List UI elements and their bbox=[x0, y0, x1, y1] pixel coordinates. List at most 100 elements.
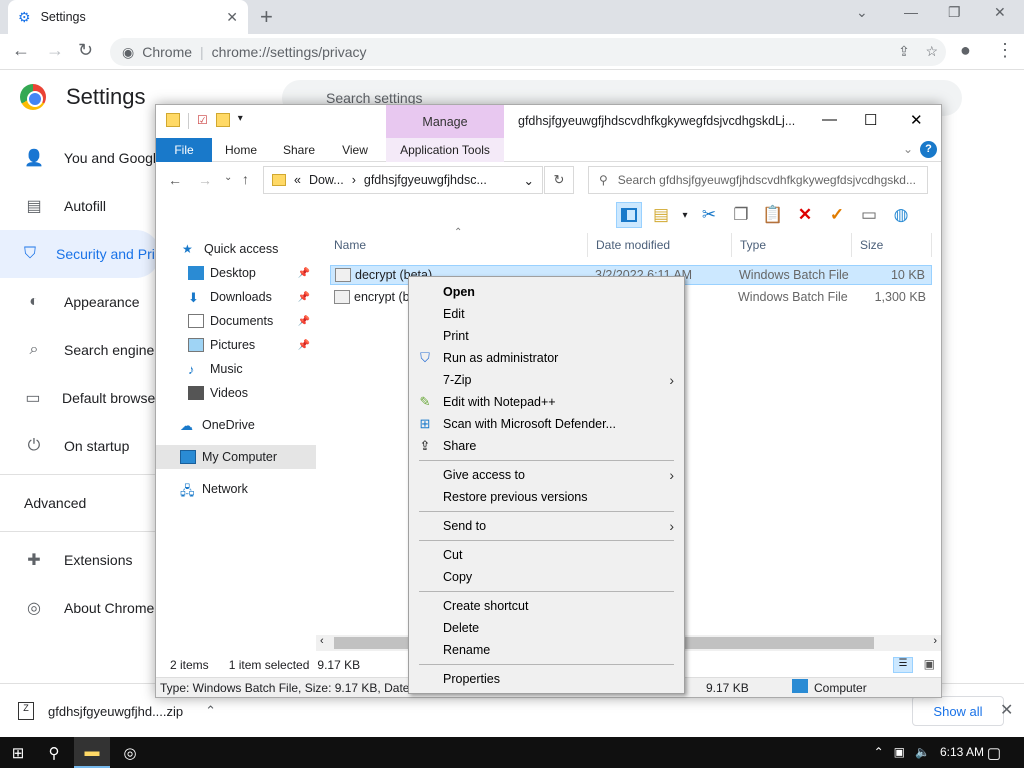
show-all-button[interactable]: Show all bbox=[912, 696, 1004, 726]
sidebar-item-extensions[interactable]: ✚ Extensions bbox=[0, 536, 160, 584]
copy-icon[interactable]: ❐ bbox=[728, 202, 754, 228]
scroll-right-icon[interactable]: › bbox=[933, 635, 937, 647]
nav-downloads[interactable]: ⬇ Downloads 📌 bbox=[156, 285, 316, 309]
column-name[interactable]: Name bbox=[326, 233, 588, 257]
column-type[interactable]: Type bbox=[732, 233, 852, 257]
minimize-button[interactable]: — bbox=[822, 111, 837, 128]
settings-tab[interactable]: ⚙ Settings ✕ bbox=[8, 0, 248, 34]
menu-item-open[interactable]: Open bbox=[409, 281, 684, 303]
sidebar-item-autofill[interactable]: ▤ Autofill bbox=[0, 182, 160, 230]
dropdown-icon[interactable]: ▾ bbox=[680, 202, 690, 228]
nav-music[interactable]: ♪ Music bbox=[156, 357, 316, 381]
menu-item-create-shortcut[interactable]: Create shortcut bbox=[409, 595, 684, 617]
minimize-button[interactable]: — bbox=[904, 4, 918, 20]
address-segment[interactable]: Dow... bbox=[309, 173, 344, 187]
scroll-left-icon[interactable]: ‹ bbox=[320, 635, 324, 647]
menu-item-give-access[interactable]: Give access to › bbox=[409, 464, 684, 486]
notifications-icon[interactable]: ▢ bbox=[976, 737, 1012, 768]
sidebar-item-default-browser[interactable]: ▭ Default browser bbox=[0, 374, 160, 422]
download-item[interactable]: Z gfdhsjfgyeuwgfjhd....zip ⌃ bbox=[18, 702, 216, 720]
menu-item-delete[interactable]: Delete bbox=[409, 617, 684, 639]
restore-button[interactable]: ❐ bbox=[948, 4, 961, 21]
details-view-icon[interactable]: ☰ bbox=[893, 657, 913, 673]
chevron-up-icon[interactable]: ⌃ bbox=[874, 745, 884, 759]
search-icon[interactable]: ⚲ bbox=[36, 737, 72, 768]
nav-desktop[interactable]: Desktop 📌 bbox=[156, 261, 316, 285]
new-folder-icon[interactable]: ▤ bbox=[648, 202, 674, 228]
chevron-down-icon[interactable]: ⌄ bbox=[856, 4, 868, 21]
windows-start-icon[interactable]: ⊞ bbox=[0, 737, 36, 768]
customize-dropdown-icon[interactable]: ▾ bbox=[238, 113, 243, 129]
large-icons-view-icon[interactable]: ▣ bbox=[924, 657, 935, 671]
sidebar-item-on-startup[interactable]: ⏻ On startup bbox=[0, 422, 160, 470]
paste-icon[interactable]: 📋 bbox=[760, 202, 786, 228]
chevron-down-icon[interactable]: ⌄ bbox=[903, 142, 913, 156]
profile-icon[interactable]: ● bbox=[960, 40, 971, 61]
menu-item-7zip[interactable]: 7-Zip › bbox=[409, 369, 684, 391]
file-explorer-icon[interactable]: ▬ bbox=[74, 737, 110, 768]
nav-my-computer[interactable]: My Computer bbox=[156, 445, 316, 469]
back-arrow-icon[interactable]: ← bbox=[168, 172, 182, 188]
menu-item-share[interactable]: ⇪ Share bbox=[409, 435, 684, 457]
forward-arrow-icon[interactable]: → bbox=[198, 172, 212, 188]
tab-share[interactable]: Share bbox=[274, 138, 324, 162]
preview-pane-icon[interactable] bbox=[616, 202, 642, 228]
explorer-search-input[interactable]: ⚲ Search gfdhsjfgyeuwgfjhdscvdhfkgkywegf… bbox=[588, 166, 928, 194]
properties-icon[interactable]: ☑ bbox=[197, 113, 208, 129]
tab-view[interactable]: View bbox=[332, 138, 378, 162]
nav-documents[interactable]: Documents 📌 bbox=[156, 309, 316, 333]
menu-item-print[interactable]: Print bbox=[409, 325, 684, 347]
menu-item-cut[interactable]: Cut bbox=[409, 544, 684, 566]
back-button[interactable]: ← bbox=[12, 40, 30, 61]
menu-item-send-to[interactable]: Send to › bbox=[409, 515, 684, 537]
close-button[interactable]: ✕ bbox=[910, 111, 923, 129]
nav-onedrive[interactable]: ☁ OneDrive bbox=[156, 413, 316, 437]
menu-item-properties[interactable]: Properties bbox=[409, 668, 684, 690]
close-shelf-icon[interactable]: ✕ bbox=[1000, 700, 1013, 720]
menu-icon[interactable]: ⋮ bbox=[996, 40, 1014, 61]
tab-application-tools[interactable]: Application Tools bbox=[386, 138, 504, 162]
sidebar-advanced[interactable]: Advanced bbox=[0, 479, 160, 527]
globe-icon[interactable]: ◍ bbox=[888, 202, 914, 228]
nav-videos[interactable]: Videos bbox=[156, 381, 316, 405]
close-tab-icon[interactable]: ✕ bbox=[226, 9, 238, 26]
maximize-button[interactable]: ☐ bbox=[864, 111, 877, 129]
recent-locations-icon[interactable]: ⌄ bbox=[224, 172, 232, 183]
menu-item-run-as-admin[interactable]: ⛉ Run as administrator bbox=[409, 347, 684, 369]
tab-file[interactable]: File bbox=[156, 138, 212, 162]
sidebar-item-security[interactable]: ⛉ Security and Privacy bbox=[0, 230, 160, 278]
column-date-modified[interactable]: Date modified bbox=[588, 233, 732, 257]
column-size[interactable]: Size bbox=[852, 233, 932, 257]
volume-icon[interactable]: 🔈 bbox=[915, 745, 930, 759]
rename-icon[interactable]: ▭ bbox=[856, 202, 882, 228]
address-segment[interactable]: gfdhsjfgyeuwgfjhdsc... bbox=[364, 173, 487, 187]
tab-home[interactable]: Home bbox=[216, 138, 266, 162]
menu-item-copy[interactable]: Copy bbox=[409, 566, 684, 588]
omnibox[interactable]: ◉ Chrome | chrome://settings/privacy ⇪ ☆ bbox=[110, 38, 946, 66]
menu-item-rename[interactable]: Rename bbox=[409, 639, 684, 661]
delete-icon[interactable]: ✕ bbox=[792, 202, 818, 228]
new-tab-button[interactable]: + bbox=[260, 4, 273, 30]
star-icon[interactable]: ☆ bbox=[925, 43, 938, 59]
menu-item-edit[interactable]: Edit bbox=[409, 303, 684, 325]
sidebar-item-search-engine[interactable]: ⌕ Search engine bbox=[0, 326, 160, 374]
manage-tab[interactable]: Manage bbox=[386, 105, 504, 138]
sidebar-item-appearance[interactable]: ◐ Appearance bbox=[0, 278, 160, 326]
sidebar-item-about-chrome[interactable]: ◎ About Chrome bbox=[0, 584, 160, 632]
nav-pictures[interactable]: Pictures 📌 bbox=[156, 333, 316, 357]
close-window-button[interactable]: ✕ bbox=[994, 4, 1006, 21]
network-icon[interactable]: ▣ bbox=[894, 745, 905, 759]
sidebar-item-you-and-google[interactable]: 👤 You and Google bbox=[0, 134, 160, 182]
checkmark-icon[interactable]: ✓ bbox=[824, 202, 850, 228]
reload-button[interactable]: ↻ bbox=[78, 40, 93, 61]
menu-item-restore-versions[interactable]: Restore previous versions bbox=[409, 486, 684, 508]
nav-network[interactable]: 🖧 Network bbox=[156, 477, 316, 501]
new-folder-icon[interactable] bbox=[215, 113, 230, 127]
cut-icon[interactable]: ✂ bbox=[696, 202, 722, 228]
share-icon[interactable]: ⇪ bbox=[898, 43, 910, 59]
menu-item-notepadpp[interactable]: ✎ Edit with Notepad++ bbox=[409, 391, 684, 413]
chevron-down-icon[interactable]: ⌄ bbox=[524, 173, 534, 188]
refresh-button[interactable]: ↻ bbox=[544, 166, 574, 194]
menu-item-defender[interactable]: ⊞ Scan with Microsoft Defender... bbox=[409, 413, 684, 435]
help-icon[interactable]: ? bbox=[920, 141, 937, 158]
